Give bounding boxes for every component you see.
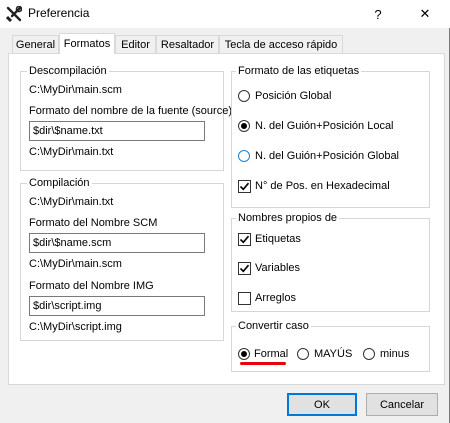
check-icon (239, 264, 250, 273)
close-button[interactable]: ✕ (403, 0, 447, 28)
hex-position-checkbox[interactable] (238, 180, 251, 193)
proper-names-title: Nombres propios de (236, 212, 340, 224)
radio-global-position[interactable] (238, 90, 250, 102)
img-format-input[interactable]: $dir\script.img (29, 296, 205, 316)
help-button[interactable]: ? (356, 0, 400, 28)
decompilation-path: C:\MyDir\main.scm (29, 84, 122, 96)
hex-position-label: N° de Pos. en Hexadecimal (255, 180, 390, 192)
arrays-checkbox-label: Arreglos (255, 292, 296, 304)
tab-formatos[interactable]: Formatos (59, 33, 115, 54)
variables-checkbox[interactable] (238, 262, 251, 275)
radio-case-lower-label: minus (380, 348, 410, 360)
window-title: Preferencia (28, 6, 90, 20)
decompilation-title: Descompilación (27, 65, 109, 77)
radio-case-formal[interactable] (238, 348, 250, 360)
arrays-checkbox[interactable] (238, 292, 251, 305)
check-icon (239, 182, 250, 191)
radio-global-position-label: Posición Global (255, 90, 332, 102)
radio-script-global-position-label: N. del Guión+Posición Global (255, 150, 399, 162)
labels-checkbox-label: Etiquetas (255, 233, 301, 245)
scm-format-label: Formato del Nombre SCM (29, 217, 158, 229)
title-bar: Preferencia ? ✕ (0, 0, 450, 28)
scm-format-input[interactable]: $dir\$name.scm (29, 233, 205, 253)
ok-button[interactable]: OK (287, 393, 357, 416)
radio-case-lower[interactable] (363, 348, 375, 360)
radio-script-local-position-label: N. del Guión+Posición Local (255, 120, 394, 132)
check-icon (239, 235, 250, 244)
tab-general[interactable]: General (12, 35, 59, 53)
img-format-label: Formato del Nombre IMG (29, 280, 154, 292)
compilation-title: Compilación (27, 177, 92, 189)
annotation-underline (240, 362, 286, 365)
radio-case-upper-label: MAYÚS (314, 348, 353, 360)
source-format-label: Formato del nombre de la fuente (source) (29, 105, 232, 117)
radio-script-local-position[interactable] (238, 120, 250, 132)
radio-case-upper[interactable] (297, 348, 309, 360)
scm-preview: C:\MyDir\main.scm (29, 258, 122, 270)
tools-icon (5, 5, 23, 23)
case-convert-title: Convertir caso (236, 320, 311, 332)
source-format-input[interactable]: $dir\$name.txt (29, 121, 205, 141)
variables-checkbox-label: Variables (255, 262, 301, 274)
tab-resaltador[interactable]: Resaltador (156, 35, 219, 53)
radio-case-formal-label: Formal (254, 348, 289, 360)
source-preview: C:\MyDir\main.txt (29, 146, 114, 158)
img-preview: C:\MyDir\script.img (29, 321, 122, 333)
radio-script-global-position[interactable] (238, 150, 250, 162)
tab-hotkeys[interactable]: Tecla de acceso rápido (219, 35, 343, 53)
label-format-title: Formato de las etiquetas (236, 65, 362, 77)
labels-checkbox[interactable] (238, 233, 251, 246)
compilation-path: C:\MyDir\main.txt (29, 196, 114, 208)
cancel-button[interactable]: Cancelar (366, 393, 438, 416)
tab-editor[interactable]: Editor (115, 35, 156, 53)
